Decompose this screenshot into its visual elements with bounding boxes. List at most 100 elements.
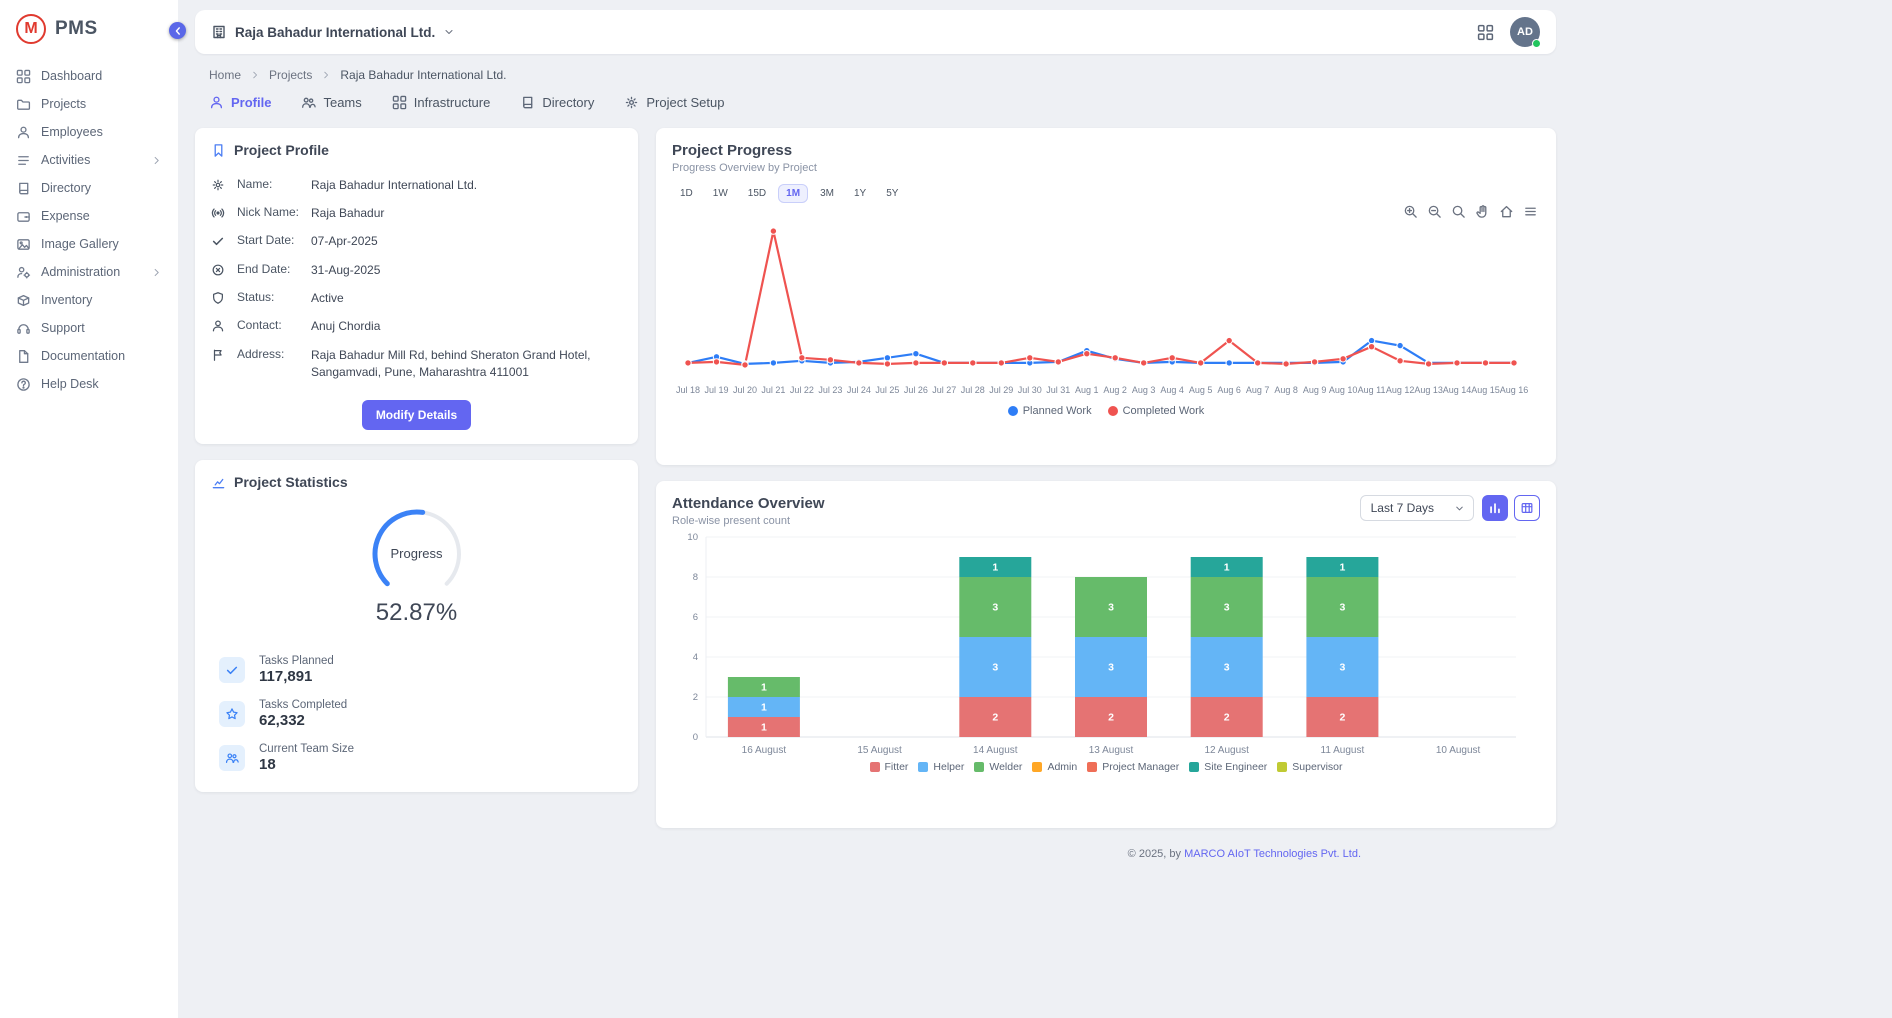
sidebar-item-image-gallery[interactable]: Image Gallery — [0, 230, 178, 258]
legend-item-supervisor[interactable]: Supervisor — [1277, 761, 1342, 773]
legend-item-completed-work[interactable]: Completed Work — [1108, 405, 1205, 417]
sidebar-item-label: Administration — [41, 265, 141, 279]
sidebar-item-dashboard[interactable]: Dashboard — [0, 62, 178, 90]
app-logo[interactable]: M PMS — [0, 0, 178, 62]
tab-infrastructure[interactable]: Infrastructure — [392, 95, 491, 110]
check-icon — [219, 657, 245, 683]
zoom-in-icon[interactable] — [1403, 204, 1418, 224]
menu-icon[interactable] — [1523, 204, 1538, 224]
breadcrumb-item-projects[interactable]: Projects — [269, 68, 312, 82]
svg-text:0: 0 — [693, 732, 698, 743]
svg-text:Aug 5: Aug 5 — [1189, 385, 1213, 395]
profile-field-name: Name: Raja Bahadur International Ltd. — [211, 171, 622, 199]
tab-label: Teams — [323, 95, 361, 110]
sidebar-item-label: Dashboard — [41, 69, 162, 83]
home-icon[interactable] — [1499, 204, 1514, 224]
stat-current-team-size: Current Team Size 18 — [219, 743, 622, 773]
project-progress-chart[interactable]: Jul 18Jul 19Jul 20Jul 21Jul 22Jul 23Jul … — [672, 207, 1528, 403]
legend-item-helper[interactable]: Helper — [918, 761, 964, 773]
range-1y-button[interactable]: 1Y — [846, 184, 874, 203]
footer-link[interactable]: MARCO AIoT Technologies Pvt. Ltd. — [1184, 848, 1361, 860]
tab-project-setup[interactable]: Project Setup — [624, 95, 724, 110]
avatar[interactable]: AD — [1510, 17, 1540, 47]
svg-text:3: 3 — [992, 602, 998, 614]
legend-item-site-engineer[interactable]: Site Engineer — [1189, 761, 1267, 773]
range-15d-button[interactable]: 15D — [740, 184, 774, 203]
svg-text:1: 1 — [761, 682, 767, 694]
range-1w-button[interactable]: 1W — [705, 184, 736, 203]
footer-text: © 2025, by — [1128, 848, 1184, 860]
legend-swatch — [974, 762, 984, 772]
sidebar-item-inventory[interactable]: Inventory — [0, 286, 178, 314]
apps-grid-icon[interactable] — [1477, 24, 1494, 41]
expense-icon — [16, 209, 31, 224]
sidebar-item-label: Image Gallery — [41, 237, 162, 251]
sidebar-item-employees[interactable]: Employees — [0, 118, 178, 146]
star-icon — [219, 701, 245, 727]
progress-gauge: Progress — [357, 502, 477, 607]
profile-field-start-date: Start Date: 07-Apr-2025 — [211, 228, 622, 256]
legend-item-welder[interactable]: Welder — [974, 761, 1022, 773]
legend-label: Site Engineer — [1204, 761, 1267, 773]
bar-chart-view-button[interactable] — [1482, 495, 1508, 521]
legend-swatch — [1008, 406, 1018, 416]
field-label: Start Date: — [237, 233, 299, 247]
range-3m-button[interactable]: 3M — [812, 184, 842, 203]
legend-item-project-manager[interactable]: Project Manager — [1087, 761, 1179, 773]
svg-text:13 August: 13 August — [1089, 745, 1134, 756]
legend-item-planned-work[interactable]: Planned Work — [1008, 405, 1092, 417]
tab-teams[interactable]: Teams — [301, 95, 361, 110]
svg-text:Aug 3: Aug 3 — [1132, 385, 1156, 395]
attendance-range-select[interactable]: Last 7 Days — [1360, 495, 1474, 521]
sidebar-item-support[interactable]: Support — [0, 314, 178, 342]
svg-text:Aug 11: Aug 11 — [1358, 385, 1386, 395]
attendance-controls: Last 7 Days — [1360, 495, 1540, 521]
gear-icon — [624, 95, 639, 110]
gear-icon — [211, 178, 225, 192]
legend-item-admin[interactable]: Admin — [1032, 761, 1077, 773]
sidebar-collapse-button[interactable] — [169, 22, 186, 39]
right-column: Project Progress Progress Overview by Pr… — [656, 128, 1556, 860]
range-1m-button[interactable]: 1M — [778, 184, 808, 203]
user-icon — [209, 95, 224, 110]
table-view-button[interactable] — [1514, 495, 1540, 521]
sidebar-item-label: Inventory — [41, 293, 162, 307]
sidebar-item-projects[interactable]: Projects — [0, 90, 178, 118]
range-1d-button[interactable]: 1D — [672, 184, 701, 203]
pan-icon[interactable] — [1475, 204, 1490, 224]
zoom-out-icon[interactable] — [1427, 204, 1442, 224]
svg-text:8: 8 — [693, 572, 698, 583]
sidebar-item-documentation[interactable]: Documentation — [0, 342, 178, 370]
footer: © 2025, by MARCO AIoT Technologies Pvt. … — [656, 844, 1556, 860]
help-desk-icon — [16, 377, 31, 392]
field-value: 07-Apr-2025 — [311, 233, 378, 250]
svg-text:1: 1 — [1339, 562, 1345, 574]
sidebar-item-help-desk[interactable]: Help Desk — [0, 370, 178, 398]
range-5y-button[interactable]: 5Y — [878, 184, 906, 203]
breadcrumb: HomeProjectsRaja Bahadur International L… — [209, 68, 1556, 82]
app-name: PMS — [55, 18, 98, 40]
sidebar-item-directory[interactable]: Directory — [0, 174, 178, 202]
legend-label: Fitter — [885, 761, 909, 773]
project-progress-card: Project Progress Progress Overview by Pr… — [656, 128, 1556, 465]
svg-text:Jul 25: Jul 25 — [875, 385, 899, 395]
card-title-project-statistics: Project Statistics — [234, 474, 348, 490]
svg-text:1: 1 — [1224, 562, 1230, 574]
selection-zoom-icon[interactable] — [1451, 204, 1466, 224]
stat-label: Tasks Completed — [259, 699, 347, 711]
tab-profile[interactable]: Profile — [209, 95, 271, 110]
company-selector[interactable]: Raja Bahadur International Ltd. — [211, 24, 455, 40]
modify-details-button[interactable]: Modify Details — [362, 400, 471, 430]
attendance-chart[interactable]: 024681011116 August15 August233114 Augus… — [672, 529, 1528, 761]
legend-label: Supervisor — [1292, 761, 1342, 773]
sidebar-item-expense[interactable]: Expense — [0, 202, 178, 230]
tab-directory[interactable]: Directory — [520, 95, 594, 110]
sidebar-item-administration[interactable]: Administration — [0, 258, 178, 286]
left-column: Project Profile Name: Raja Bahadur Inter… — [195, 128, 638, 792]
bookmark-icon — [211, 143, 226, 158]
app-root: M PMS Dashboard Projects Employees Activ… — [0, 0, 1892, 1018]
breadcrumb-item-home[interactable]: Home — [209, 68, 241, 82]
legend-item-fitter[interactable]: Fitter — [870, 761, 909, 773]
sidebar-item-activities[interactable]: Activities — [0, 146, 178, 174]
legend-swatch — [870, 762, 880, 772]
